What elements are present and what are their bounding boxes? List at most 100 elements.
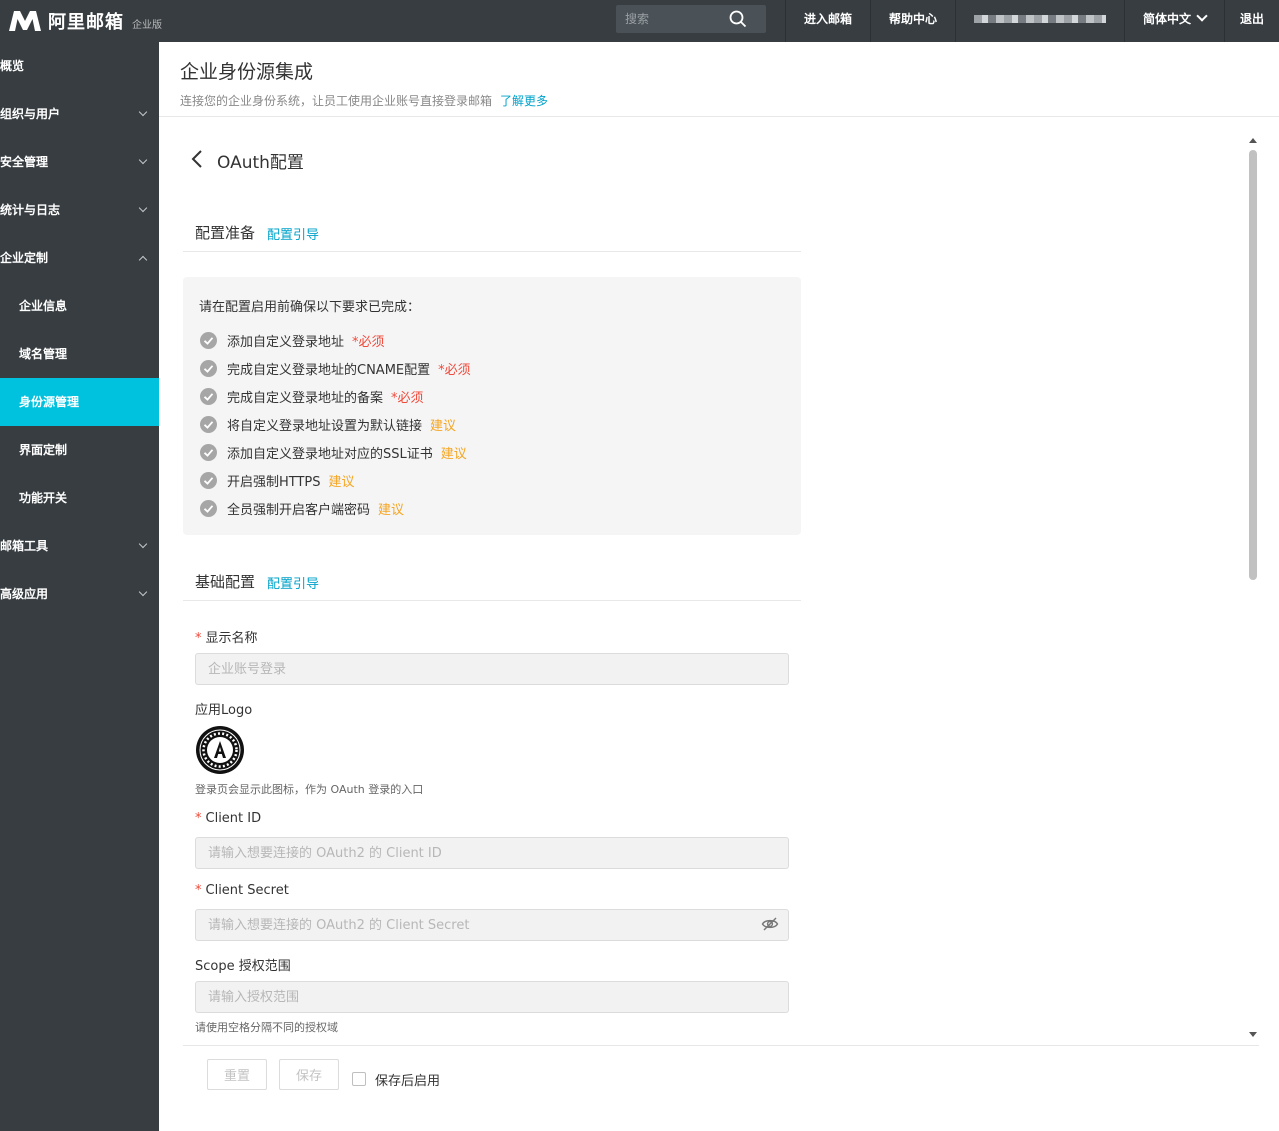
sidebar-item-label: 身份源管理 bbox=[19, 395, 80, 409]
learn-more-link[interactable]: 了解更多 bbox=[500, 94, 548, 108]
save-button[interactable]: 保存 bbox=[279, 1059, 339, 1090]
required-tag: *必须 bbox=[352, 334, 385, 350]
req-text: 完成自定义登录地址的CNAME配置 bbox=[227, 362, 431, 378]
logo-subtitle: 企业版 bbox=[132, 19, 162, 31]
display-name-input[interactable] bbox=[195, 653, 789, 685]
req-text: 将自定义登录地址设置为默认链接 bbox=[227, 418, 423, 434]
client-id-label: * Client ID bbox=[195, 811, 261, 826]
check-circle-icon bbox=[200, 387, 217, 405]
list-item: 完成自定义登录地址的备案 *必须 bbox=[200, 386, 424, 406]
enable-after-save-label: 保存后启用 bbox=[375, 1074, 441, 1089]
sidebar-item-label: 企业信息 bbox=[19, 299, 68, 313]
scrollbar-thumb[interactable] bbox=[1249, 150, 1257, 580]
chevron-down-icon bbox=[138, 539, 148, 549]
eye-off-icon[interactable] bbox=[761, 916, 779, 932]
sidebar-item-label: 界面定制 bbox=[19, 443, 68, 457]
sidebar-item-identity-source[interactable]: 身份源管理 bbox=[0, 378, 159, 426]
client-secret-label: * Client Secret bbox=[195, 883, 289, 898]
app-logo[interactable]: 阿里邮箱 企业版 bbox=[8, 7, 162, 35]
scope-hint: 请使用空格分隔不同的授权域 bbox=[195, 1021, 338, 1034]
req-text: 添加自定义登录地址 bbox=[227, 334, 345, 350]
list-item: 完成自定义登录地址的CNAME配置 *必须 bbox=[200, 358, 471, 378]
sidebar-item-security[interactable]: 安全管理 bbox=[0, 138, 159, 186]
nav-help-center[interactable]: 帮助中心 bbox=[870, 0, 955, 42]
user-name-blurred bbox=[974, 15, 1106, 23]
display-name-label: * 显示名称 bbox=[195, 627, 258, 646]
reset-button[interactable]: 重置 bbox=[207, 1059, 267, 1090]
req-text: 完成自定义登录地址的备案 bbox=[227, 390, 384, 406]
section-basic-title: 基础配置 bbox=[195, 573, 256, 591]
footer-divider bbox=[183, 1045, 1259, 1046]
sidebar-item-feature-switch[interactable]: 功能开关 bbox=[0, 474, 159, 522]
chevron-up-icon bbox=[138, 255, 148, 265]
required-tag: *必须 bbox=[438, 362, 471, 378]
page-description: 连接您的企业身份系统，让员工使用企业账号直接登录邮箱 了解更多 bbox=[180, 92, 548, 109]
section-prep-header: 配置准备 配置引导 bbox=[183, 222, 801, 252]
user-account[interactable] bbox=[955, 0, 1124, 42]
sidebar-item-label: 概览 bbox=[0, 59, 25, 73]
suggest-tag: 建议 bbox=[430, 418, 457, 434]
logo-text: 阿里邮箱 bbox=[48, 12, 124, 33]
sidebar-item-domain[interactable]: 域名管理 bbox=[0, 330, 159, 378]
logout-button[interactable]: 退出 bbox=[1224, 0, 1279, 42]
language-label: 简体中文 bbox=[1142, 12, 1191, 26]
client-id-input[interactable] bbox=[195, 837, 789, 869]
scroll-up-arrow-icon[interactable] bbox=[1249, 138, 1257, 143]
scope-input[interactable] bbox=[195, 981, 789, 1013]
logo-m-icon bbox=[9, 11, 41, 31]
check-circle-icon bbox=[200, 331, 217, 349]
back-arrow-icon[interactable] bbox=[190, 149, 204, 169]
sidebar-item-mail-tools[interactable]: 邮箱工具 bbox=[0, 522, 159, 570]
nav-enter-mailbox[interactable]: 进入邮箱 bbox=[785, 0, 870, 42]
list-item: 添加自定义登录地址 *必须 bbox=[200, 330, 385, 350]
client-id-label-text: Client ID bbox=[205, 811, 262, 826]
search-box bbox=[616, 5, 766, 33]
page-title: 企业身份源集成 bbox=[180, 61, 314, 83]
search-icon[interactable] bbox=[729, 10, 747, 28]
sidebar-item-label: 安全管理 bbox=[0, 155, 49, 169]
basic-guide-link[interactable]: 配置引导 bbox=[267, 573, 319, 592]
scroll-down-arrow-icon[interactable] bbox=[1249, 1032, 1257, 1037]
suggest-tag: 建议 bbox=[328, 474, 355, 490]
sidebar-item-ui-custom[interactable]: 界面定制 bbox=[0, 426, 159, 474]
sidebar-item-org-users[interactable]: 组织与用户 bbox=[0, 90, 159, 138]
language-selector[interactable]: 简体中文 bbox=[1124, 0, 1224, 42]
client-secret-label-text: Client Secret bbox=[205, 883, 289, 898]
prep-checklist: 请在配置启用前确保以下要求已完成： 添加自定义登录地址 *必须 完成自定义登录地址… bbox=[183, 277, 801, 535]
sidebar-item-overview[interactable]: 概览 bbox=[0, 42, 159, 90]
sidebar-item-label: 高级应用 bbox=[0, 587, 49, 601]
sidebar-item-label: 企业定制 bbox=[0, 251, 49, 265]
prep-guide-link[interactable]: 配置引导 bbox=[267, 224, 319, 243]
req-text: 全员强制开启客户端密码 bbox=[227, 502, 371, 518]
logo-hint: 登录页会显示此图标，作为 OAuth 登录的入口 bbox=[195, 783, 424, 796]
check-circle-icon bbox=[200, 471, 217, 489]
check-circle-icon bbox=[200, 415, 217, 433]
sidebar-item-customization[interactable]: 企业定制 bbox=[0, 234, 159, 282]
oauth-logo-icon[interactable] bbox=[195, 725, 245, 775]
chevron-down-icon bbox=[138, 203, 148, 213]
enable-after-save-checkbox[interactable] bbox=[352, 1072, 366, 1086]
section-basic-header: 基础配置 配置引导 bbox=[183, 571, 801, 601]
app-logo-label: 应用Logo bbox=[195, 703, 253, 718]
suggest-tag: 建议 bbox=[440, 446, 467, 462]
sidebar: 概览 组织与用户 安全管理 统计与日志 企业定制 企业信息 域名管理 身份源管理… bbox=[0, 42, 159, 1131]
client-secret-input[interactable] bbox=[195, 909, 789, 941]
required-tag: *必须 bbox=[391, 390, 424, 406]
required-star: * bbox=[195, 883, 202, 898]
top-bar: 阿里邮箱 企业版 进入邮箱 帮助中心 简体中文 退出 bbox=[0, 0, 1279, 42]
sidebar-item-advanced[interactable]: 高级应用 bbox=[0, 570, 159, 618]
page-desc-text: 连接您的企业身份系统，让员工使用企业账号直接登录邮箱 bbox=[180, 94, 493, 108]
chevron-down-icon bbox=[1196, 10, 1208, 22]
sidebar-item-stats-logs[interactable]: 统计与日志 bbox=[0, 186, 159, 234]
required-star: * bbox=[195, 811, 202, 826]
sidebar-item-company-info[interactable]: 企业信息 bbox=[0, 282, 159, 330]
prep-intro: 请在配置启用前确保以下要求已完成： bbox=[199, 300, 421, 315]
display-name-label-text: 显示名称 bbox=[205, 631, 258, 646]
list-item: 添加自定义登录地址对应的SSL证书 建议 bbox=[200, 442, 467, 462]
chevron-down-icon bbox=[138, 155, 148, 165]
search-input[interactable] bbox=[616, 5, 732, 33]
scope-label: Scope 授权范围 bbox=[195, 959, 291, 974]
sidebar-item-label: 统计与日志 bbox=[0, 203, 61, 217]
req-text: 添加自定义登录地址对应的SSL证书 bbox=[227, 446, 433, 462]
config-title: OAuth配置 bbox=[217, 153, 304, 173]
